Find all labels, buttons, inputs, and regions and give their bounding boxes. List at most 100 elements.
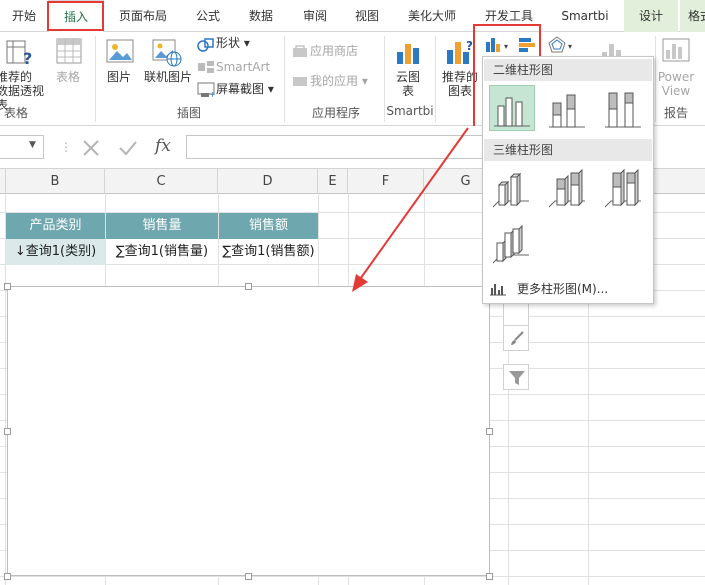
group-label-apps: 应用程序 <box>311 106 360 120</box>
recommended-charts-icon[interactable]: ? <box>446 38 476 66</box>
tab-design[interactable]: 设计 <box>624 0 678 32</box>
filter-icon <box>509 371 525 385</box>
resize-handle[interactable] <box>486 573 493 580</box>
stacked-column-option[interactable] <box>545 87 591 133</box>
chart-styles-button[interactable] <box>503 325 529 351</box>
tab-page-layout[interactable]: 页面布局 <box>108 0 178 32</box>
smartart-label[interactable]: SmartArt <box>216 60 270 74</box>
shapes-text: 形状 <box>216 36 241 50</box>
name-box-dropdown-icon[interactable]: ▼ <box>29 140 36 150</box>
clustered-column-option[interactable] <box>489 85 535 131</box>
ribbon-separator <box>435 36 436 122</box>
tab-data[interactable]: 数据 <box>236 0 286 32</box>
formula-bar-grip-icon: ⋮ <box>60 140 72 154</box>
group-label-reports: 报告 <box>663 106 688 120</box>
resize-handle[interactable] <box>245 573 252 580</box>
table-button-label[interactable]: 表格 <box>52 70 84 84</box>
tab-review[interactable]: 审阅 <box>290 0 340 32</box>
svg-text:▾: ▾ <box>568 42 572 51</box>
picture-icon[interactable] <box>106 38 134 66</box>
table-icon[interactable] <box>56 38 82 64</box>
screenshot-label[interactable]: 屏幕截图 ▾ <box>216 82 274 96</box>
resize-handle[interactable] <box>4 573 11 580</box>
3d-clustered-column-icon <box>492 172 529 208</box>
table-cell[interactable]: ∑查询1(销售额) <box>219 239 318 265</box>
cancel-icon[interactable] <box>82 139 100 157</box>
3d-clustered-column-option[interactable] <box>489 167 535 213</box>
tab-smartbi[interactable]: Smartbi <box>548 0 622 32</box>
column-header-d[interactable]: D <box>218 169 318 194</box>
name-box[interactable]: ▼ <box>0 135 44 159</box>
resize-handle[interactable] <box>4 283 11 290</box>
my-apps-label[interactable]: 我的应用 ▾ <box>310 74 368 88</box>
group-label-illustrations: 插图 <box>176 106 201 120</box>
tab-developer[interactable]: 开发工具 <box>474 0 544 32</box>
recommended-charts-label[interactable]: 推荐的 图表 <box>440 70 480 98</box>
table-header-cell[interactable]: 产品类别 <box>6 213 105 239</box>
resize-handle[interactable] <box>486 428 493 435</box>
shapes-label[interactable]: 形状 ▾ <box>216 36 250 50</box>
annotation-arrow <box>352 127 469 292</box>
power-view-icon[interactable] <box>662 38 690 64</box>
resize-handle[interactable] <box>4 428 11 435</box>
chart-filters-button[interactable] <box>503 364 529 390</box>
table-header-cell[interactable]: 销售量 <box>106 213 218 239</box>
3d-column-icon <box>492 224 529 264</box>
pivot-table-icon[interactable]: ? <box>6 40 32 66</box>
table-cell[interactable]: ↓查询1(类别) <box>6 239 105 265</box>
cloud-chart-label[interactable]: 云图 表 <box>392 70 424 98</box>
shapes-icon[interactable] <box>197 37 215 53</box>
tab-home[interactable]: 开始 <box>0 0 48 32</box>
tab-formulas[interactable]: 公式 <box>182 0 234 32</box>
my-apps-icon <box>293 77 307 86</box>
clustered-column-icon <box>494 97 530 127</box>
column-header-b[interactable]: B <box>6 169 105 194</box>
power-view-label[interactable]: Power View <box>656 70 696 98</box>
online-picture-label[interactable]: 联机图片 <box>142 70 194 84</box>
gridline <box>0 576 705 577</box>
picture-button-label[interactable]: 图片 <box>104 70 134 84</box>
svg-text:▾: ▾ <box>504 42 508 51</box>
3d-100-stacked-column-icon <box>604 168 641 208</box>
svg-text:+: + <box>209 90 215 98</box>
100-stacked-column-option[interactable] <box>601 87 647 133</box>
ribbon-tab-bar: 开始 插入 页面布局 公式 数据 审阅 视图 美化大师 开发工具 Smartbi… <box>0 0 705 33</box>
ribbon-separator <box>384 36 385 122</box>
ribbon-separator <box>284 36 285 122</box>
tab-insert[interactable]: 插入 <box>48 0 104 33</box>
table-cell[interactable]: ∑查询1(销售量) <box>106 239 218 265</box>
bar-chart-button-icon[interactable] <box>517 36 545 54</box>
store-icon <box>293 45 307 57</box>
tab-beautify-master[interactable]: 美化大师 <box>396 0 468 32</box>
more-charts-icon <box>490 284 506 296</box>
online-picture-icon[interactable] <box>152 38 182 68</box>
3d-stacked-column-icon <box>548 168 585 208</box>
group-label-smartbi: Smartbi <box>386 104 434 118</box>
3d-stacked-column-option[interactable] <box>545 167 591 213</box>
resize-handle[interactable] <box>245 283 252 290</box>
svg-text:?: ? <box>23 49 32 66</box>
3d-100-stacked-column-option[interactable] <box>601 167 647 213</box>
tab-format[interactable]: 格式 <box>680 0 705 32</box>
more-column-charts-option[interactable]: 更多柱形图(M)... <box>489 279 649 299</box>
column-header-c[interactable]: C <box>105 169 218 194</box>
brush-icon <box>511 331 524 345</box>
column-chart-dropdown: 二维柱形图 三维柱形图 更多柱形图(M)... <box>482 56 654 304</box>
smartart-icon <box>198 61 214 73</box>
insert-function-icon[interactable]: fx <box>155 136 171 156</box>
radar-chart-button-icon[interactable]: ▾ <box>548 36 578 54</box>
svg-text:?: ? <box>466 39 473 53</box>
my-apps-text: 我的应用 <box>310 74 359 88</box>
stacked-column-icon <box>549 94 585 128</box>
column-chart-button-icon[interactable]: ▾ <box>484 36 514 54</box>
3d-column-option[interactable] <box>489 223 535 269</box>
app-store-label[interactable]: 应用商店 <box>310 44 358 58</box>
100-stacked-column-icon <box>605 92 641 128</box>
tab-view[interactable]: 视图 <box>342 0 392 32</box>
more-column-charts-label: 更多柱形图(M)... <box>517 282 609 296</box>
ribbon-separator <box>95 36 96 122</box>
cloud-chart-icon[interactable] <box>396 38 422 66</box>
table-header-cell[interactable]: 销售额 <box>219 213 318 239</box>
chart-area[interactable] <box>7 286 490 576</box>
enter-icon[interactable] <box>118 139 138 157</box>
